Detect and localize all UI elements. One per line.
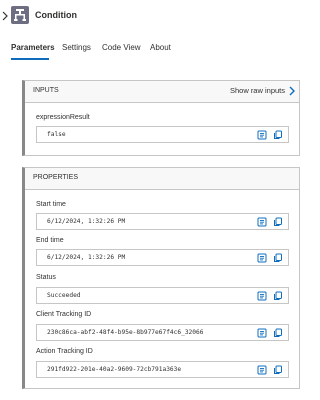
copy-icon[interactable] bbox=[273, 217, 283, 227]
expression-result-value: false bbox=[47, 131, 66, 138]
properties-section-header: PROPERTIES bbox=[25, 168, 299, 190]
show-raw-inputs-link[interactable]: Show raw inputs bbox=[230, 86, 285, 95]
status-value: Succeeded bbox=[47, 292, 81, 299]
tab-parameters[interactable]: Parameters bbox=[11, 43, 55, 52]
status-label: Status bbox=[36, 274, 56, 281]
format-icon[interactable] bbox=[257, 130, 267, 140]
action-tracking-id-field: 291fd922-201e-40a2-9609-72cb791a363e bbox=[36, 361, 289, 378]
copy-icon[interactable] bbox=[273, 328, 283, 338]
tab-settings[interactable]: Settings bbox=[62, 43, 91, 52]
properties-section: PROPERTIES Start time 6/12/2024, 1:32:26… bbox=[22, 167, 300, 389]
format-icon[interactable] bbox=[257, 328, 267, 338]
copy-icon[interactable] bbox=[273, 130, 283, 140]
tab-about[interactable]: About bbox=[150, 43, 171, 52]
inputs-section: INPUTS Show raw inputs expressionResult … bbox=[22, 80, 300, 156]
copy-icon[interactable] bbox=[273, 253, 283, 263]
start-time-label: Start time bbox=[36, 201, 66, 208]
tab-bar: Parameters Settings Code View About bbox=[0, 40, 305, 64]
format-icon[interactable] bbox=[257, 291, 267, 301]
condition-icon bbox=[11, 6, 29, 24]
chevron-right-icon[interactable] bbox=[0, 9, 10, 23]
properties-heading: PROPERTIES bbox=[33, 174, 78, 181]
format-icon[interactable] bbox=[257, 217, 267, 227]
tab-code-view[interactable]: Code View bbox=[102, 43, 141, 52]
end-time-field: 6/12/2024, 1:32:26 PM bbox=[36, 249, 289, 266]
chevron-right-icon[interactable] bbox=[288, 85, 296, 97]
start-time-field: 6/12/2024, 1:32:26 PM bbox=[36, 213, 289, 230]
inputs-section-header: INPUTS Show raw inputs bbox=[25, 81, 299, 103]
expression-result-label: expressionResult bbox=[36, 114, 90, 121]
action-header: Condition bbox=[0, 0, 305, 32]
action-tracking-id-value: 291fd922-201e-40a2-9609-72cb791a363e bbox=[47, 366, 182, 373]
client-tracking-id-label: Client Tracking ID bbox=[36, 311, 92, 318]
active-tab-indicator bbox=[11, 58, 49, 60]
expression-result-field: false bbox=[36, 126, 289, 143]
end-time-value: 6/12/2024, 1:32:26 PM bbox=[47, 254, 126, 261]
status-field: Succeeded bbox=[36, 287, 289, 304]
client-tracking-id-field: 230c86ca-abf2-48f4-b95e-8b977e67f4c6_320… bbox=[36, 324, 289, 341]
client-tracking-id-value: 230c86ca-abf2-48f4-b95e-8b977e67f4c6_320… bbox=[47, 329, 204, 336]
action-tracking-id-label: Action Tracking ID bbox=[36, 348, 93, 355]
format-icon[interactable] bbox=[257, 253, 267, 263]
action-title: Condition bbox=[35, 10, 77, 20]
format-icon[interactable] bbox=[257, 365, 267, 375]
start-time-value: 6/12/2024, 1:32:26 PM bbox=[47, 218, 126, 225]
copy-icon[interactable] bbox=[273, 291, 283, 301]
inputs-heading: INPUTS bbox=[33, 87, 59, 94]
copy-icon[interactable] bbox=[273, 365, 283, 375]
end-time-label: End time bbox=[36, 237, 64, 244]
